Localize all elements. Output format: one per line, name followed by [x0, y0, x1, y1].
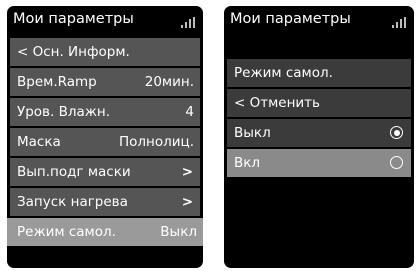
menu-item-back-basic-info[interactable]: < Осн. Информ.	[10, 38, 200, 66]
menu-item-label: Маска	[17, 134, 61, 150]
option-label: Вкл	[234, 155, 261, 171]
screen-title: Мои параметры	[230, 11, 351, 27]
menu-item-label: Уров. Влажн.	[17, 104, 111, 120]
menu-item-humidity-level[interactable]: Уров. Влажн. 4	[10, 98, 200, 126]
menu-item-label: Врем.Ramp	[17, 74, 97, 90]
chevron-right-icon: >	[181, 194, 193, 210]
airplane-mode-menu: Режим самол. < Отменить Выкл Вкл	[224, 59, 414, 179]
menu-item-heat-start[interactable]: Запуск нагрева >	[10, 188, 200, 216]
menu-item-value: 4	[185, 104, 194, 120]
menu-item-ramp-time[interactable]: Врем.Ramp 20мин.	[10, 68, 200, 96]
cancel-button[interactable]: < Отменить	[227, 89, 411, 117]
screen-title: Мои параметры	[13, 11, 134, 27]
menu-item-label: < Осн. Информ.	[17, 44, 130, 60]
right-screen: Мои параметры Режим самол. < Отменить Вы…	[224, 6, 414, 268]
menu-item-value: Выкл	[160, 224, 197, 240]
chevron-right-icon: >	[181, 164, 193, 180]
top-bar: Мои параметры	[7, 6, 203, 36]
option-off[interactable]: Выкл	[227, 119, 411, 147]
menu-item-mask-fit[interactable]: Вып.подг маски >	[10, 158, 200, 186]
menu-item-value: 20мин.	[144, 74, 194, 90]
top-bar: Мои параметры	[224, 6, 414, 36]
signal-icon	[392, 17, 406, 28]
submenu-header: Режим самол.	[227, 59, 411, 87]
menu-item-mask[interactable]: Маска Полнолиц.	[10, 128, 200, 156]
radio-selected-icon[interactable]	[390, 126, 403, 139]
menu-item-label: Запуск нагрева	[17, 194, 128, 210]
menu-item-value: Полнолиц.	[118, 134, 194, 150]
cancel-label: < Отменить	[234, 95, 321, 111]
menu-item-label: Режим самол.	[17, 224, 116, 240]
left-screen: Мои параметры < Осн. Информ. Врем.Ramp 2…	[7, 6, 203, 268]
submenu-header-label: Режим самол.	[234, 65, 333, 81]
settings-menu: < Осн. Информ. Врем.Ramp 20мин. Уров. Вл…	[7, 38, 203, 248]
signal-icon	[181, 17, 195, 28]
menu-item-airplane-mode[interactable]: Режим самол. Выкл	[7, 218, 203, 246]
option-label: Выкл	[234, 125, 271, 141]
menu-item-label: Вып.подг маски	[17, 164, 131, 180]
option-on[interactable]: Вкл	[227, 149, 411, 177]
radio-unselected-icon[interactable]	[390, 156, 403, 169]
